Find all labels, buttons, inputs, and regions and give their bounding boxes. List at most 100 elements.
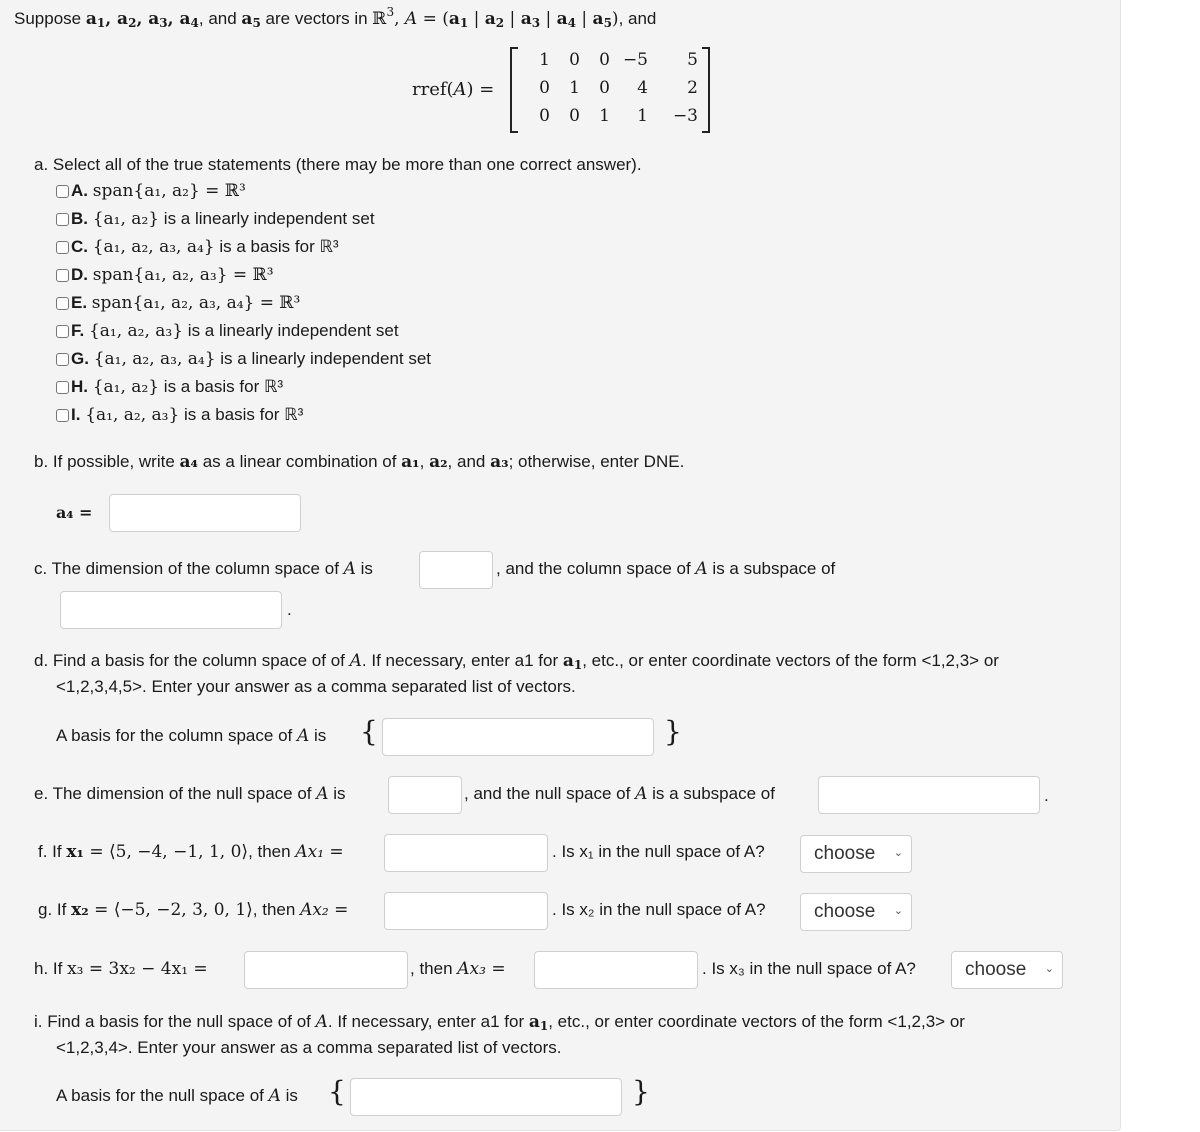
column-space-basis-input[interactable] xyxy=(382,718,654,756)
part-e-text-3: , and the null space of xyxy=(464,784,636,803)
part-i-text: . If necessary, enter a1 for xyxy=(327,1012,529,1031)
chevron-down-icon: ⌄ xyxy=(893,905,903,918)
x3-input[interactable] xyxy=(244,951,408,989)
x2-null-space-select[interactable]: choose ⌄ xyxy=(800,893,912,931)
x1-null-space-select[interactable]: choose ⌄ xyxy=(800,835,912,873)
option-letter: I. xyxy=(71,405,81,424)
option-text: is a basis for ℝ³ xyxy=(214,237,339,256)
option-h[interactable]: H. {a₁, a₂} is a basis for ℝ³ xyxy=(56,377,283,397)
matrix-cell: 1 xyxy=(637,106,648,126)
part-d-prompt-line-1: d. Find a basis for the column space of … xyxy=(34,651,999,672)
part-d-text: . If necessary, enter a1 for xyxy=(361,651,563,670)
a1-symbol: a₁ xyxy=(401,452,420,472)
option-math: {a₁, a₂, a₃, a₄} xyxy=(93,349,216,369)
ax2-input[interactable] xyxy=(384,892,548,930)
option-g[interactable]: G. {a₁, a₂, a₃, a₄} is a linearly indepe… xyxy=(56,349,431,369)
matrix-cell: 5 xyxy=(687,50,698,70)
part-c-text-3: , and the column space of xyxy=(496,559,696,578)
matrix-cell: 0 xyxy=(599,78,610,98)
ax2-symbol: Ax₂ xyxy=(300,900,329,920)
x3-null-space-select[interactable]: choose ⌄ xyxy=(951,951,1063,989)
part-g-then: , then xyxy=(252,900,301,919)
x3-null-question: . Is x₃ in the null space of A? xyxy=(702,959,916,978)
option-math: span{a₁, a₂} = ℝ³ xyxy=(92,181,246,201)
null-space-dimension-input[interactable] xyxy=(388,776,462,814)
select-value: choose xyxy=(814,843,876,864)
option-a[interactable]: A. span{a₁, a₂} = ℝ³ xyxy=(56,181,246,201)
checkbox[interactable] xyxy=(56,185,69,198)
checkbox[interactable] xyxy=(56,213,69,226)
option-letter: D. xyxy=(71,265,88,284)
select-value: choose xyxy=(965,959,1027,980)
x2-definition: = ⟨−5, −2, 3, 0, 1⟩ xyxy=(88,900,253,920)
checkbox[interactable] xyxy=(56,409,69,422)
x1-null-question: . Is x₁ in the null space of A? xyxy=(552,842,765,861)
option-b[interactable]: B. {a₁, a₂} is a linearly independent se… xyxy=(56,209,375,229)
part-a-prompt: a. Select all of the true statements (th… xyxy=(34,155,642,174)
null-space-basis-input[interactable] xyxy=(350,1078,622,1116)
column-basis-label-text: is xyxy=(309,726,327,745)
part-e-text-1: e. The dimension of the null space of xyxy=(34,784,317,803)
ax3-input[interactable] xyxy=(534,951,698,989)
part-e-text-continued: , and the null space of A is a subspace … xyxy=(464,784,775,804)
option-e[interactable]: E. span{a₁, a₂, a₃, a₄} = ℝ³ xyxy=(56,293,300,313)
a4-symbol: a₄ xyxy=(179,452,198,472)
option-letter: B. xyxy=(71,209,88,228)
part-d-text: d. Find a basis for the column space of … xyxy=(34,651,350,670)
part-i-prompt-line-2: <1,2,3,4>. Enter your answer as a comma … xyxy=(56,1038,562,1057)
part-d-prompt-line-2: <1,2,3,4,5>. Enter your answer as a comm… xyxy=(56,677,576,696)
option-text: is a linearly independent set xyxy=(159,209,375,228)
option-f[interactable]: F. {a₁, a₂, a₃} is a linearly independen… xyxy=(56,321,399,341)
column-basis-label: A basis for the column space of A is xyxy=(56,726,327,746)
option-letter: G. xyxy=(71,349,89,368)
ax3-symbol: Ax₃ = xyxy=(457,959,506,979)
a4-field-label: a₄ = xyxy=(56,503,93,522)
part-e-text-4: is a subspace of xyxy=(647,784,775,803)
option-letter: H. xyxy=(71,377,88,396)
select-value: choose xyxy=(814,901,876,922)
part-b-text: b. If possible, write xyxy=(34,452,180,471)
checkbox[interactable] xyxy=(56,269,69,282)
column-space-subspace-input[interactable] xyxy=(60,591,282,629)
checkbox[interactable] xyxy=(56,353,69,366)
x1-definition: = ⟨5, −4, −1, 1, 0⟩ xyxy=(83,842,249,862)
option-text: is a linearly independent set xyxy=(215,349,432,368)
brace-close: } xyxy=(664,715,682,748)
checkbox[interactable] xyxy=(56,297,69,310)
option-text: is a basis for ℝ³ xyxy=(179,405,304,424)
option-letter: A. xyxy=(71,181,88,200)
x1-symbol: x₁ xyxy=(66,842,84,862)
period: . xyxy=(1044,786,1049,805)
part-c-text-1: c. The dimension of the column space of xyxy=(34,559,344,578)
brace-open: { xyxy=(328,1075,346,1108)
ax1-symbol: Ax₁ xyxy=(295,842,325,862)
null-basis-label: A basis for the null space of A is xyxy=(56,1086,298,1106)
part-e-text-2: is xyxy=(328,784,346,803)
option-c[interactable]: C. {a₁, a₂, a₃, a₄} is a basis for ℝ³ xyxy=(56,237,339,257)
option-i[interactable]: I. {a₁, a₂, a₃} is a basis for ℝ³ xyxy=(56,405,303,425)
option-math: {a₁, a₂, a₃} xyxy=(88,321,184,341)
checkbox[interactable] xyxy=(56,381,69,394)
checkbox[interactable] xyxy=(56,325,69,338)
matrix-a-symbol: A xyxy=(343,559,356,579)
rref-label: rref(A) = xyxy=(412,79,495,100)
null-space-subspace-input[interactable] xyxy=(818,776,1040,814)
part-c-text: c. The dimension of the column space of … xyxy=(34,559,373,579)
part-f-text: f. If x₁ = ⟨5, −4, −1, 1, 0⟩, then Ax₁ = xyxy=(38,842,344,862)
chevron-down-icon: ⌄ xyxy=(893,847,903,860)
a4-input[interactable] xyxy=(109,494,301,532)
intro-space: ℝ xyxy=(372,9,387,29)
matrix-cell: −3 xyxy=(672,106,698,126)
option-d[interactable]: D. span{a₁, a₂, a₃} = ℝ³ xyxy=(56,265,274,285)
part-i-text: i. Find a basis for the null space of of xyxy=(34,1012,316,1031)
intro-mid: are vectors in xyxy=(260,9,373,28)
part-g-text: g. If x₂ = ⟨−5, −2, 3, 0, 1⟩, then Ax₂ = xyxy=(38,900,348,920)
checkbox[interactable] xyxy=(56,241,69,254)
a2-symbol: a₂ xyxy=(429,452,448,472)
ax1-input[interactable] xyxy=(384,834,548,872)
option-math: span{a₁, a₂, a₃} = ℝ³ xyxy=(92,265,274,285)
column-space-dimension-input[interactable] xyxy=(419,551,493,589)
matrix-bracket-right xyxy=(702,47,710,133)
option-text: is a basis for ℝ³ xyxy=(159,377,284,396)
part-i-prompt-line-1: i. Find a basis for the null space of of… xyxy=(34,1012,965,1033)
